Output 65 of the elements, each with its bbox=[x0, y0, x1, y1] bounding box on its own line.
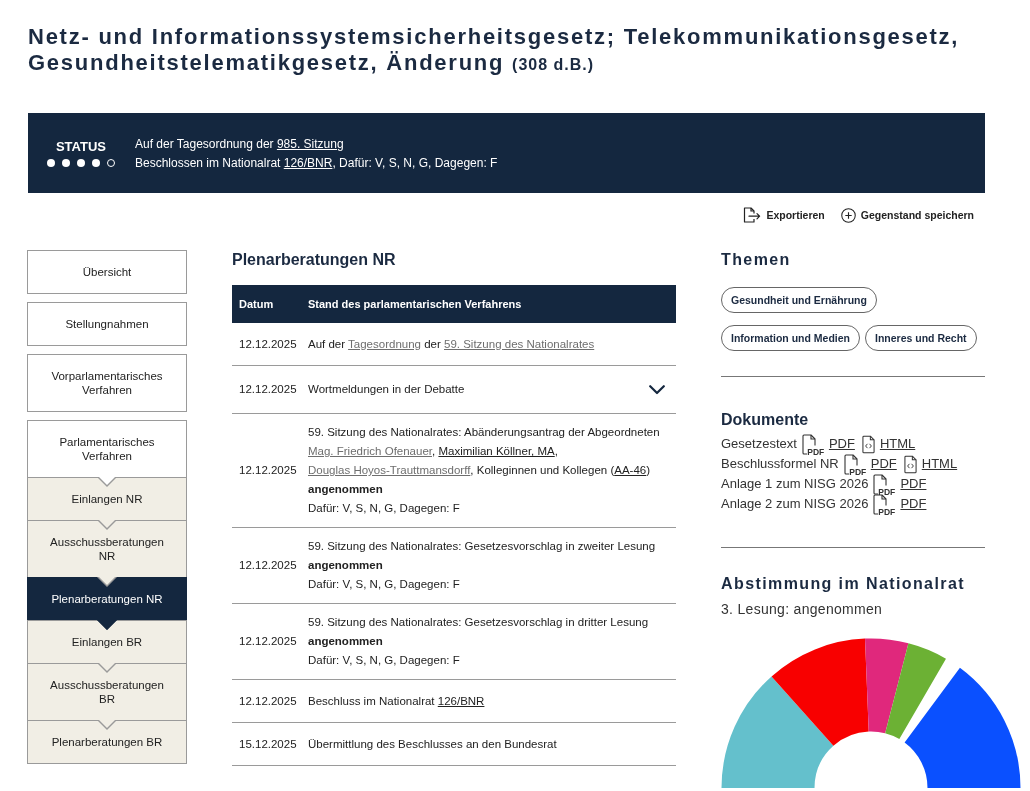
entry-text: Beschluss im Nationalrat 126/BNR bbox=[308, 693, 485, 709]
add-circle-icon bbox=[840, 207, 856, 223]
entry-text: Wortmeldungen in der Debatte bbox=[308, 382, 465, 397]
date-cell-text: 12.12.2025 bbox=[239, 336, 298, 352]
nav-item[interactable]: Plenarberatungen NR bbox=[27, 577, 187, 620]
file-link[interactable]: HTML bbox=[921, 454, 958, 474]
result-text: angenommen bbox=[308, 482, 384, 497]
section-heading: Abstimmung im Nationalrat bbox=[721, 574, 966, 594]
save-button[interactable]: Gegenstand speichern bbox=[840, 205, 974, 225]
date-cell-text: 15.12.2025 bbox=[239, 736, 298, 752]
file-link[interactable]: PDF bbox=[828, 434, 855, 454]
page-title: Netz- und Informationssystemsicherheitsgesetz; Telekommunikationsgesetz, Gesundheitstelematikgesetz, Änderung (308 d.B.) bbox=[28, 24, 961, 77]
link[interactable]: 985. Sitzung bbox=[276, 136, 344, 151]
document-name: Gesetzestext bbox=[721, 435, 797, 453]
nav-item[interactable]: Ausschussberatungen BR bbox=[27, 663, 187, 720]
nav-item[interactable]: Parlamentarisches Verfahren bbox=[27, 420, 187, 477]
code-file-icon bbox=[861, 434, 875, 454]
link[interactable]: Mag. Friedrich Ofenauer bbox=[308, 445, 432, 457]
status-text: Beschlossen im Nationalrat 126/BNR, Dafür: V, S, N, G, Dagegen: F bbox=[135, 154, 498, 172]
entry-text: 59. Sitzung des Nationalrates: Gesetzesvorschlag in dritter Lesung bbox=[308, 615, 649, 630]
vote-text: Dafür: V, S, N, G, Dagegen: F bbox=[308, 501, 461, 516]
document-name: Beschlussformel NR bbox=[721, 455, 839, 473]
status-text: Auf der Tagesordnung der 985. Sitzung bbox=[135, 135, 345, 153]
export-button[interactable]: Exportieren bbox=[743, 205, 825, 225]
link[interactable]: AA-46 bbox=[614, 464, 647, 476]
link[interactable]: 126/BNR bbox=[437, 694, 485, 707]
section-heading: Themen bbox=[721, 250, 792, 270]
date-cell-text: 12.12.2025 bbox=[239, 382, 298, 397]
nav-item[interactable]: Ausschussberatungen NR bbox=[27, 520, 187, 577]
section-heading: Plenarberatungen NR bbox=[232, 250, 397, 270]
vote-text: Dafür: V, S, N, G, Dagegen: F bbox=[308, 577, 461, 592]
link[interactable]: Maximilian Köllner, MA bbox=[438, 445, 555, 457]
nav-item[interactable]: Stellungnahmen bbox=[27, 302, 187, 346]
entry-text: 59. Sitzung des Nationalrates: Abänderungsantrag der Abgeordneten Mag. Friedrich Ofenauer, Maximilian Köllner, MA, Douglas Hoyos-Trauttmansdorff, Kolleginnen und Kollegen (AA-46) bbox=[308, 425, 661, 478]
date-cell-text: 12.12.2025 bbox=[239, 634, 298, 649]
chevron-down-icon[interactable] bbox=[649, 384, 665, 395]
nav-item[interactable]: Einlangen BR bbox=[27, 620, 187, 663]
link[interactable]: Tagesordnung bbox=[348, 337, 421, 350]
nav-item[interactable]: Einlangen NR bbox=[27, 477, 187, 520]
link[interactable]: 59. Sitzung des Nationalrates bbox=[444, 337, 595, 350]
file-link[interactable]: PDF bbox=[900, 494, 927, 514]
entry-text: Übermittlung des Beschlusses an den Bundesrat bbox=[308, 736, 557, 752]
file-link[interactable]: HTML bbox=[879, 434, 916, 454]
nav-item[interactable]: Plenarberatungen BR bbox=[27, 720, 187, 764]
vote-result-text: 3. Lesung: angenommen bbox=[721, 600, 884, 619]
vote-text: Dafür: V, S, N, G, Dagegen: F bbox=[308, 653, 461, 668]
file-link[interactable]: PDF bbox=[900, 474, 927, 494]
entry-text: Auf der Tagesordnung der 59. Sitzung des Nationalrates bbox=[308, 336, 595, 352]
document-name: Anlage 2 zum NISG 2026 bbox=[721, 495, 869, 513]
date-cell-text: 12.12.2025 bbox=[239, 463, 298, 478]
result-text: angenommen bbox=[308, 634, 384, 649]
nav-item[interactable]: Vorparlamentarisches Verfahren bbox=[27, 354, 187, 412]
nav-item[interactable]: Übersicht bbox=[27, 250, 187, 294]
section-heading: Dokumente bbox=[721, 410, 810, 430]
date-cell-text: 12.12.2025 bbox=[239, 693, 298, 709]
entry-text: 59. Sitzung des Nationalrates: Gesetzesvorschlag in zweiter Lesung bbox=[308, 539, 656, 554]
result-text: angenommen bbox=[308, 558, 384, 573]
export-icon bbox=[743, 207, 762, 223]
date-cell-text: 12.12.2025 bbox=[239, 558, 298, 573]
column-header: Stand des parlamentarischen Verfahrens bbox=[308, 298, 523, 310]
column-header: Datum bbox=[239, 298, 275, 310]
file-link[interactable]: PDF bbox=[870, 454, 897, 474]
status-label: STATUS bbox=[55, 139, 107, 155]
document-name: Anlage 1 zum NISG 2026 bbox=[721, 475, 869, 493]
code-file-icon bbox=[903, 454, 917, 474]
